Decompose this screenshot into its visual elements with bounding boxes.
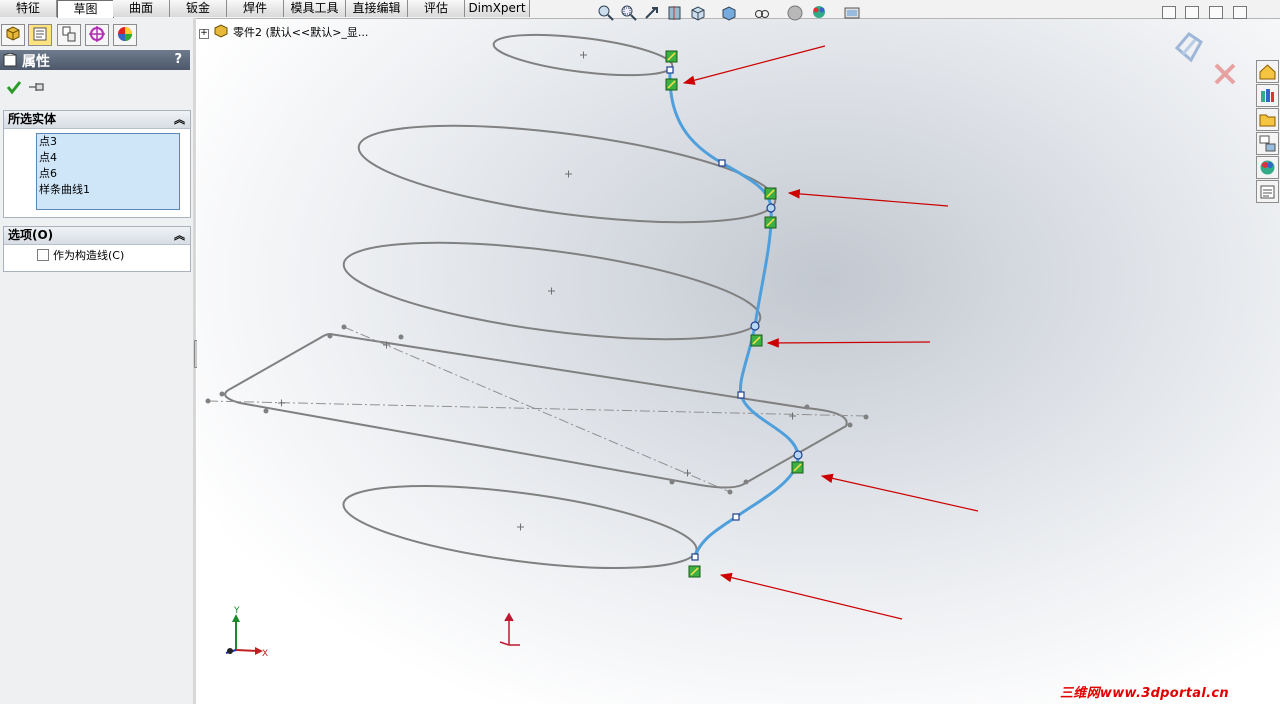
property-manager-title: 属性 [22,54,50,70]
collapse-chevron-icon[interactable]: ︽ [174,111,185,128]
custom-properties-icon[interactable] [1256,180,1279,203]
exit-sketch-icon[interactable] [1171,28,1207,66]
options-title: 选项(O) [8,228,54,242]
watermark-text: 三维网www.3dportal.cn [1060,686,1229,701]
list-item[interactable]: 点4 [37,150,179,166]
list-item[interactable]: 点3 [37,134,179,150]
tab-surfaces[interactable]: 曲面 [113,0,170,17]
feature-manager-tab[interactable] [1,24,25,46]
annotation-arrows [682,45,979,620]
file-explorer-icon[interactable] [1256,108,1279,131]
tab-direct-editing[interactable]: 直接编辑 [346,0,408,17]
sketch-canvas[interactable]: Y X [197,19,1280,704]
display-manager-tab[interactable] [113,24,137,46]
tab-features[interactable]: 特征 [0,0,57,17]
view-orientation-icon[interactable] [689,4,707,22]
view-triad: Y X [225,606,268,659]
selected-entities-header[interactable]: 所选实体 ︽ [4,111,190,129]
view-settings-icon[interactable] [843,4,861,22]
scene-icon[interactable] [810,4,828,22]
graphics-area[interactable]: Y X [197,19,1280,704]
property-manager-tab[interactable] [28,24,52,46]
zoom-area-icon[interactable] [620,4,638,22]
discard-changes-icon[interactable] [1213,62,1237,86]
triad-y-label: Y [233,606,240,616]
relation-icons [665,50,804,578]
previous-view-icon[interactable] [643,4,661,22]
close-window-icon[interactable] [1233,6,1247,19]
pin-icon[interactable] [28,80,48,94]
help-button[interactable]: ? [174,52,182,67]
tab-sheet-metal[interactable]: 钣金 [170,0,227,17]
appearances-icon[interactable] [1256,156,1279,179]
tab-dimxpert[interactable]: DimXpert [465,0,530,17]
feature-tree-icon [6,26,20,41]
section-view-icon[interactable] [666,4,684,22]
expand-toggle[interactable]: + [199,29,209,39]
centerline-2 [343,326,731,493]
center-markers [278,51,796,531]
triad-x-label: X [262,649,268,659]
selected-entities-list[interactable]: 点3 点4 点6 样条曲线1 [36,133,180,210]
configuration-manager-tab[interactable] [57,24,81,46]
tile-horizontal-icon[interactable] [1162,6,1176,19]
tab-sketch[interactable]: 草图 [57,0,114,19]
display-manager-icon [118,27,132,41]
tree-root-label: 零件2 (默认<<默认>_显... [233,26,369,39]
construction-label: 作为构造线(C) [53,249,125,262]
zoom-fit-icon[interactable] [597,4,615,22]
property-manager-icon [33,27,47,41]
tab-mold-tools[interactable]: 模具工具 [284,0,346,17]
configuration-icon [62,26,76,42]
options-header[interactable]: 选项(O) ︽ [4,227,190,245]
tab-weldments[interactable]: 焊件 [227,0,284,17]
restore-window-icon[interactable] [1209,6,1223,19]
command-manager-tabs: 特征 草图 曲面 钣金 焊件 模具工具 直接编辑 评估 DimXpert [0,0,1280,19]
hide-show-icon[interactable] [753,4,771,22]
property-manager-panel: 属性 ? 所选实体 ︽ 点3 点4 点6 样条曲线1 选项(O) ︽ 作为构造线… [0,18,194,704]
collapse-chevron-icon[interactable]: ︽ [174,227,185,244]
property-icon [3,53,17,67]
sketch-origin [499,612,520,646]
options-group: 选项(O) ︽ 作为构造线(C) [3,226,191,272]
view-palette-icon[interactable] [1256,132,1279,155]
edit-appearance-icon[interactable] [786,4,804,22]
construction-checkbox[interactable] [37,249,49,261]
list-item[interactable]: 点6 [37,166,179,182]
home-icon[interactable] [1256,60,1279,83]
feature-tree-flyout[interactable]: + 零件2 (默认<<默认>_显... [199,24,368,40]
manager-tabs [0,24,193,46]
ok-check-icon[interactable] [6,79,22,95]
property-manager-header: 属性 ? [0,50,190,70]
list-item[interactable]: 样条曲线1 [37,182,179,198]
display-style-icon[interactable] [720,4,738,22]
dimxpert-manager-tab[interactable] [85,24,109,46]
dimxpert-icon [89,26,105,42]
tab-evaluate[interactable]: 评估 [408,0,465,17]
selected-entities-group: 所选实体 ︽ 点3 点4 点6 样条曲线1 [3,110,191,218]
selected-entities-title: 所选实体 [8,112,57,126]
design-library-icon[interactable] [1256,84,1279,107]
tile-vertical-icon[interactable] [1185,6,1199,19]
part-icon [214,24,228,38]
centerline-1 [207,400,867,417]
